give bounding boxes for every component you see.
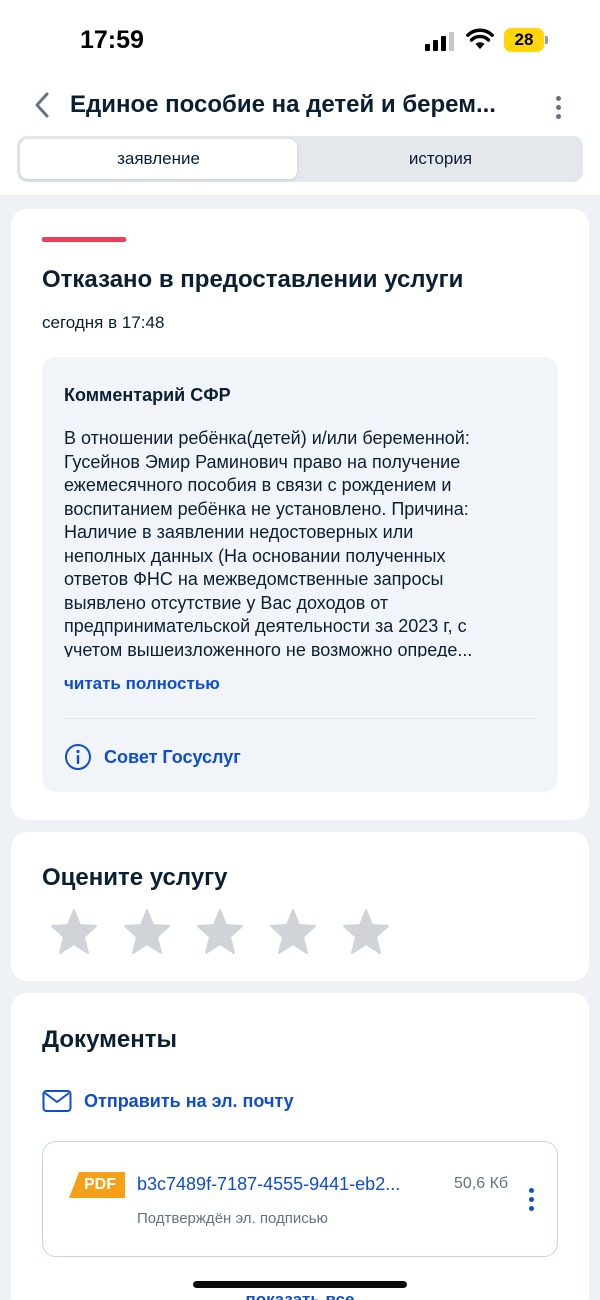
comment-line: неполных данных (На основании полученных	[64, 545, 446, 566]
signal-icon	[425, 31, 455, 51]
rating-card: Оцените услугу	[11, 832, 589, 981]
star-icon[interactable]	[122, 907, 172, 957]
documents-card: Документы Отправить на эл. почту PDF b3c…	[11, 993, 589, 1300]
document-file[interactable]: PDF b3c7489f-7187-4555-9441-eb2... 50,6 …	[42, 1141, 558, 1257]
star-icon[interactable]	[49, 907, 99, 957]
documents-title: Документы	[42, 1026, 177, 1053]
status-time: 17:59	[80, 26, 144, 54]
home-indicator	[193, 1281, 407, 1288]
send-email-label: Отправить на эл. почту	[84, 1090, 294, 1111]
comment-line: ежемесячного пособия в связи с рождением…	[64, 475, 452, 495]
status-bar: 17:59 28	[0, 0, 600, 80]
advice-label: Совет Госуслуг	[104, 746, 241, 767]
top-area: 17:59 28 Единое пособие на детей и берем…	[0, 0, 600, 195]
comment-line: учетом вышеизложенного не возможно опред…	[64, 639, 473, 658]
tab-history[interactable]: история	[301, 139, 580, 179]
tab-application[interactable]: заявление	[20, 139, 297, 179]
file-size: 50,6 Кб	[454, 1175, 509, 1192]
more-menu-button[interactable]	[546, 90, 570, 124]
read-more-link[interactable]: читать полностью	[64, 674, 220, 694]
signature-status: Подтверждён эл. подписью	[137, 1210, 328, 1227]
back-button[interactable]	[26, 88, 58, 122]
star-icon[interactable]	[268, 907, 318, 957]
comment-line: воспитанием ребёнка не установлено. Прич…	[64, 498, 469, 519]
star-rating	[49, 907, 391, 957]
status-indicator	[42, 237, 126, 242]
advice-link[interactable]: Совет Госуслуг	[64, 743, 241, 771]
app-header: Единое пособие на детей и берем...	[0, 80, 600, 130]
tabs: заявление история	[17, 136, 583, 182]
pdf-badge: PDF	[69, 1172, 125, 1198]
info-circle-icon	[65, 744, 91, 770]
status-title: Отказано в предоставлении услуги	[42, 266, 464, 293]
status-card: Отказано в предоставлении услуги сегодня…	[11, 209, 589, 820]
send-email-link[interactable]: Отправить на эл. почту	[42, 1087, 294, 1115]
file-menu-button[interactable]	[523, 1184, 539, 1214]
show-all-link[interactable]: показать все	[0, 1290, 600, 1300]
comment-line: ответов ФНС на межведомственные запросы	[64, 569, 444, 589]
chevron-left-icon	[35, 92, 49, 118]
battery-level: 28	[504, 28, 544, 52]
comment-line: Наличие в заявлении недостоверных или	[64, 522, 414, 542]
comment-title: Комментарий СФР	[64, 385, 231, 405]
comment-box: Комментарий СФР В отношении ребёнка(дете…	[42, 357, 558, 792]
comment-line: предпринимательской деятельности за 2023…	[64, 616, 467, 636]
page-title: Единое пособие на детей и берем...	[70, 91, 496, 118]
divider	[64, 718, 536, 719]
status-date: сегодня в 17:48	[42, 313, 165, 332]
comment-text: В отношении ребёнка(детей) и/или беремен…	[64, 427, 539, 657]
star-icon[interactable]	[341, 907, 391, 957]
comment-line: выявлено отсутствие у Вас доходов от	[64, 592, 389, 613]
comment-line: В отношении ребёнка(детей) и/или беремен…	[64, 428, 470, 448]
battery-icon: 28	[504, 28, 548, 52]
file-name[interactable]: b3c7489f-7187-4555-9441-eb2...	[137, 1174, 443, 1195]
rating-title: Оцените услугу	[42, 864, 228, 891]
star-icon[interactable]	[195, 907, 245, 957]
envelope-icon	[42, 1090, 72, 1112]
comment-line: Гусейнов Эмир Раминович право на получен…	[64, 451, 461, 472]
wifi-icon	[466, 28, 494, 50]
